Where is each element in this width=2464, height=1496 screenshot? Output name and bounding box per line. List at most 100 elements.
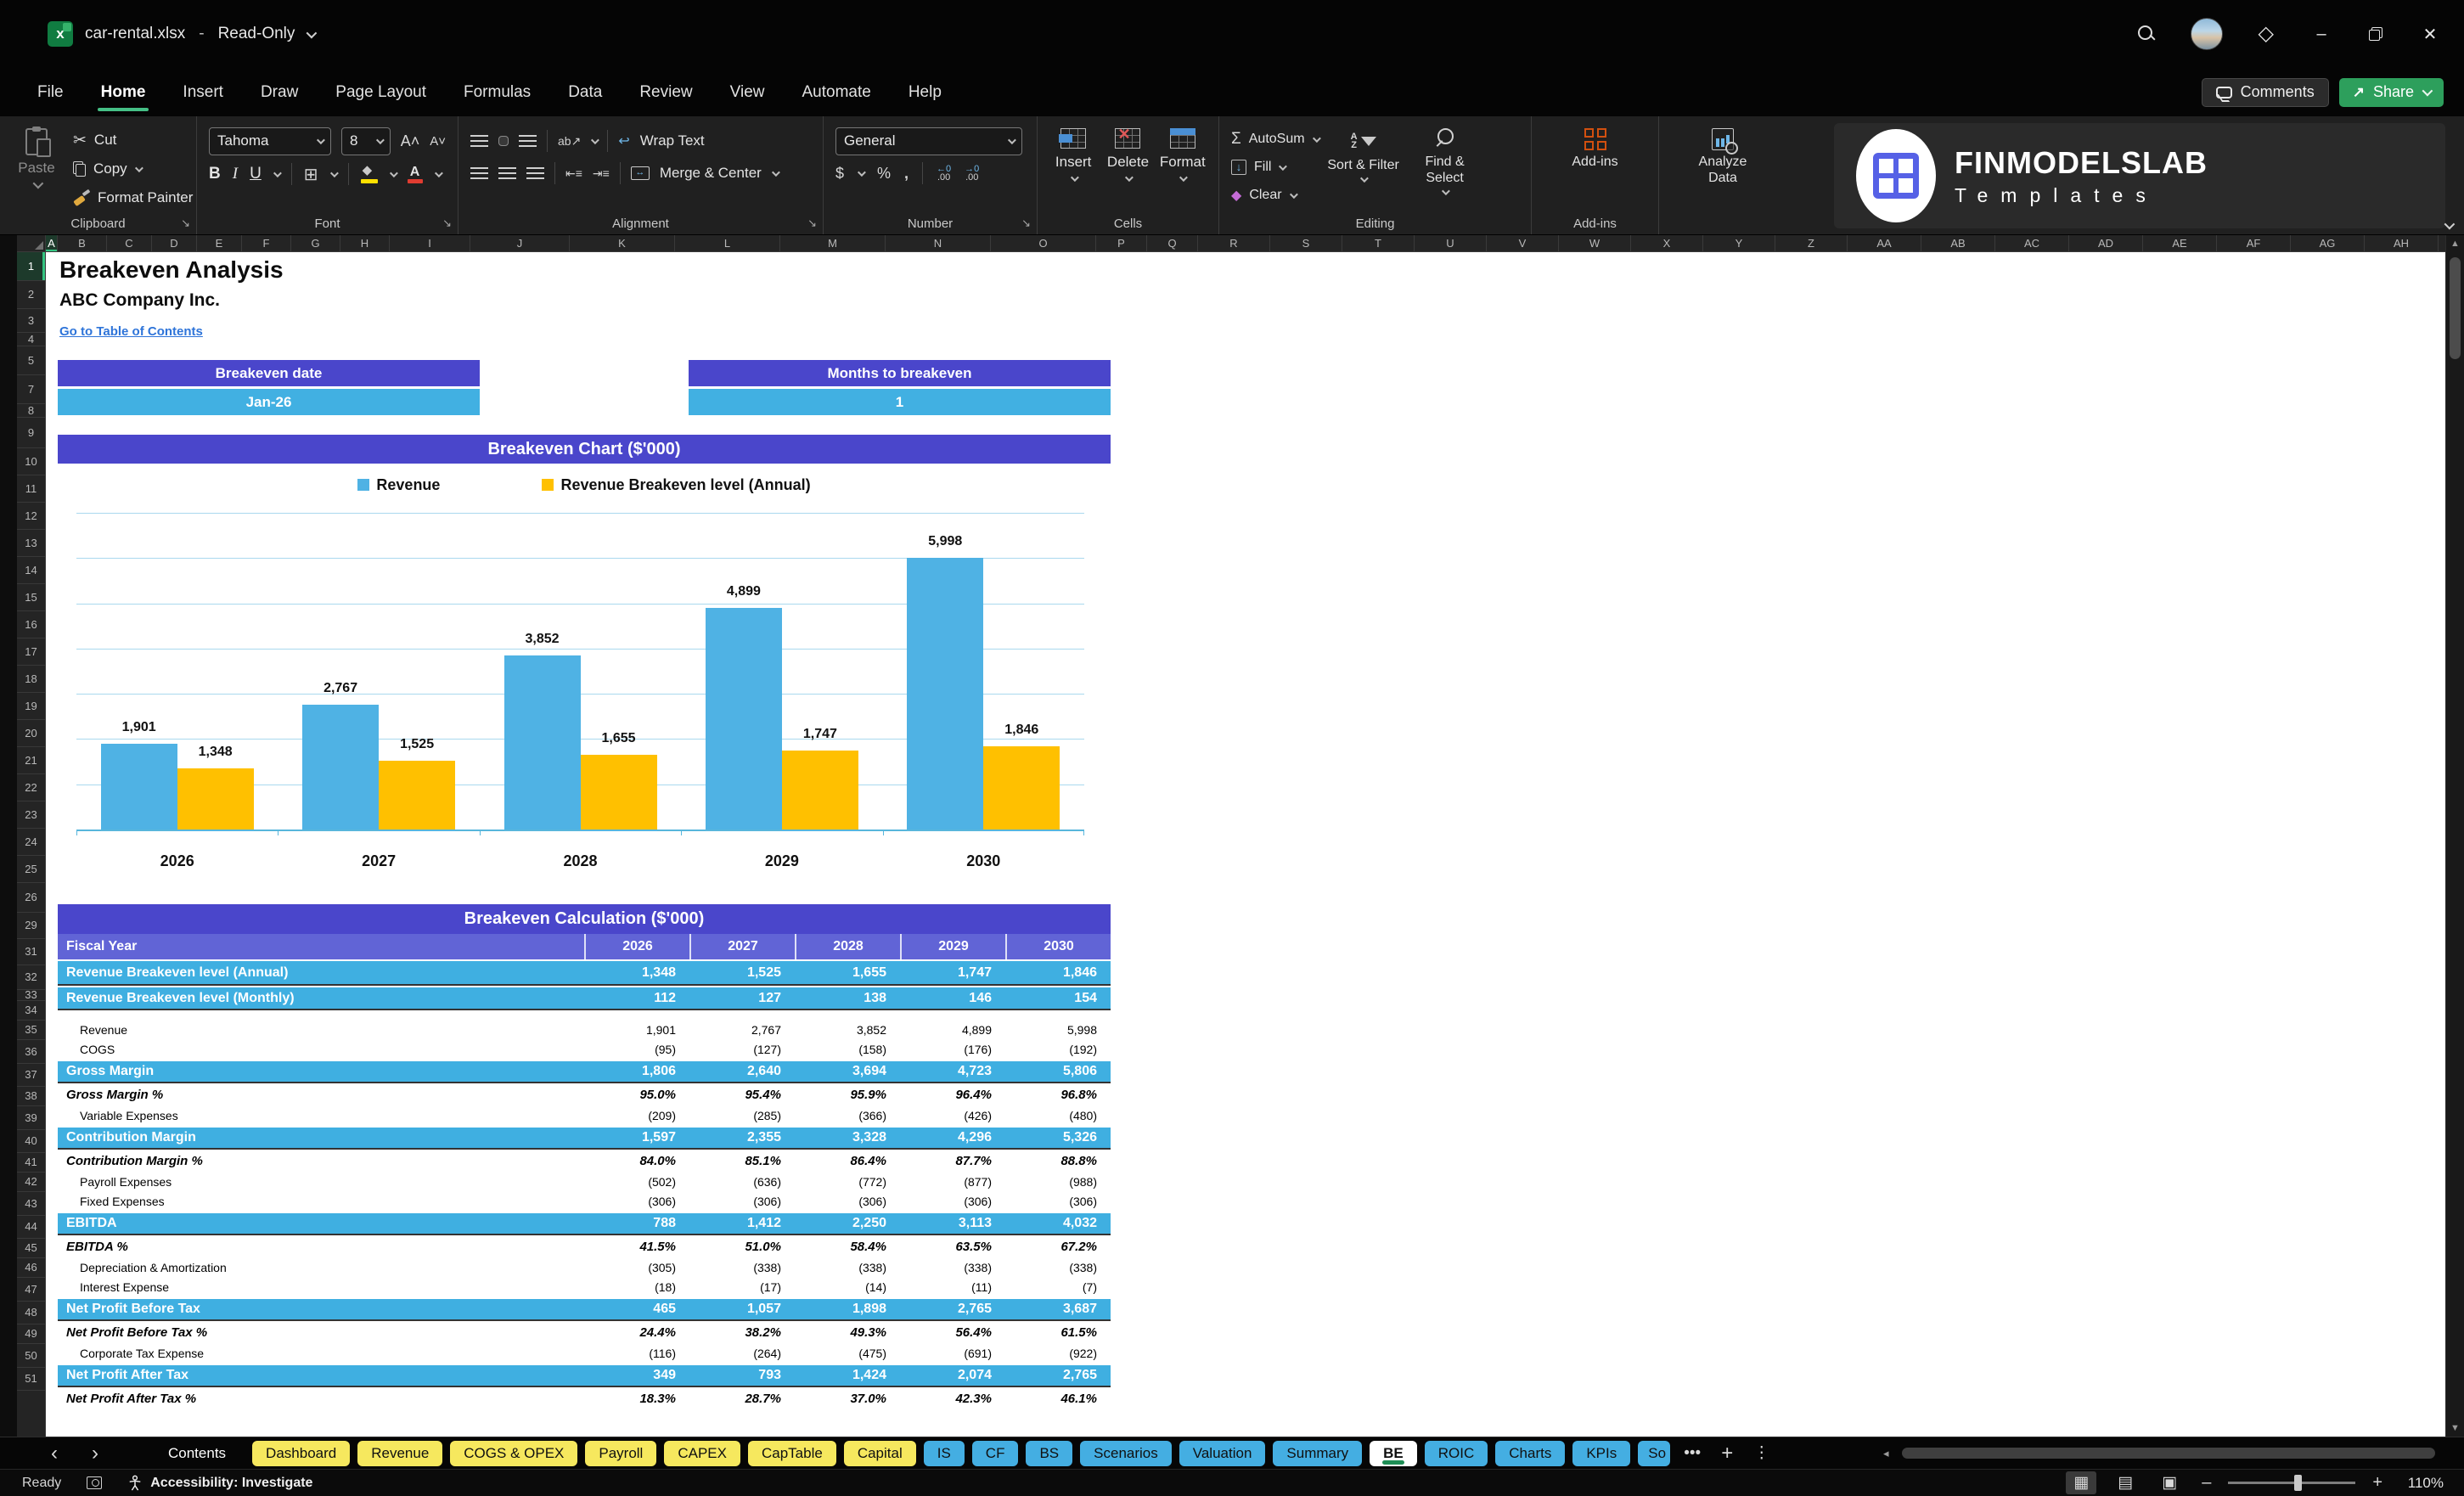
cut-button[interactable]: ✂ Cut <box>73 127 193 154</box>
alignment-dialog-launcher[interactable]: ↘ <box>807 217 817 230</box>
column-header-X[interactable]: X <box>1631 235 1703 251</box>
column-header-V[interactable]: V <box>1487 235 1559 251</box>
accessibility-status[interactable]: Accessibility: Investigate <box>127 1475 312 1492</box>
clear-button[interactable]: ◆ Clear <box>1231 183 1319 208</box>
table-row[interactable]: Payroll Expenses (502) (636) (772) (877) (988… <box>58 1173 1111 1192</box>
align-top-icon[interactable] <box>470 134 488 148</box>
font-name-select[interactable]: Tahoma <box>209 127 331 155</box>
sheet-tab-scenarios[interactable]: Scenarios <box>1080 1440 1172 1466</box>
close-button[interactable]: ✕ <box>2418 24 2442 45</box>
row-header-9[interactable]: 9 <box>17 418 45 448</box>
column-header-AC[interactable]: AC <box>1995 235 2069 251</box>
percent-format-icon[interactable]: % <box>877 165 891 183</box>
row-header-23[interactable]: 23 <box>17 801 45 829</box>
table-row[interactable]: Contribution Margin 1,597 2,355 3,328 4,296 5… <box>58 1126 1111 1150</box>
row-header-21[interactable]: 21 <box>17 747 45 774</box>
underline-chevron-icon[interactable] <box>273 168 282 177</box>
fill-color-icon[interactable] <box>360 162 378 183</box>
number-dialog-launcher[interactable]: ↘ <box>1021 217 1031 230</box>
ribbon-tab-data[interactable]: Data <box>549 68 621 116</box>
row-header-46[interactable]: 46 <box>17 1258 45 1278</box>
kpi-breakeven-date[interactable]: Breakeven date Jan-26 <box>58 360 480 415</box>
column-header-Z[interactable]: Z <box>1775 235 1848 251</box>
borders-icon[interactable]: ⊞ <box>304 164 318 185</box>
column-header-A[interactable]: A <box>46 235 58 251</box>
fill-color-chevron-icon[interactable] <box>389 168 398 177</box>
row-header-38[interactable]: 38 <box>17 1087 45 1106</box>
title-chevron-down-icon[interactable] <box>306 27 318 38</box>
premium-diamond-icon[interactable]: ◇ <box>2259 24 2274 44</box>
ribbon-tab-automate[interactable]: Automate <box>783 68 889 116</box>
table-row[interactable]: Corporate Tax Expense (116) (264) (475) (691… <box>58 1344 1111 1364</box>
align-bottom-icon[interactable] <box>519 134 537 148</box>
font-dialog-launcher[interactable]: ↘ <box>442 217 452 230</box>
format-painter-button[interactable]: Format Painter <box>73 184 193 211</box>
table-row[interactable]: Net Profit After Tax % 18.3% 28.7% 37.0% 42.… <box>58 1387 1111 1410</box>
row-header-18[interactable]: 18 <box>17 666 45 693</box>
shrink-font-button[interactable]: A˅ <box>430 134 446 149</box>
table-row[interactable]: Gross Margin 1,806 2,640 3,694 4,723 5,806 <box>58 1060 1111 1083</box>
vertical-scrollbar[interactable]: ▲ ▼ <box>2445 235 2464 1437</box>
clipboard-dialog-launcher[interactable]: ↘ <box>181 217 190 230</box>
ribbon-tab-review[interactable]: Review <box>621 68 711 116</box>
ribbon-tab-page-layout[interactable]: Page Layout <box>317 68 445 116</box>
column-header-F[interactable]: F <box>242 235 291 251</box>
format-cells-button[interactable]: Format <box>1159 128 1207 212</box>
font-color-icon[interactable]: A <box>407 165 423 183</box>
sheet-tab-capital[interactable]: Capital <box>843 1440 916 1466</box>
sheet-tab-so[interactable]: So <box>1638 1440 1671 1466</box>
row-header-40[interactable]: 40 <box>17 1130 45 1153</box>
row-header-8[interactable]: 8 <box>17 404 45 418</box>
sheet-tab-summary[interactable]: Summary <box>1273 1440 1363 1466</box>
table-row[interactable]: Contribution Margin % 84.0% 85.1% 86.4% 87.7… <box>58 1150 1111 1173</box>
font-color-chevron-icon[interactable] <box>434 168 443 177</box>
table-row[interactable]: Net Profit Before Tax % 24.4% 38.2% 49.3% 56… <box>58 1321 1111 1344</box>
column-header-T[interactable]: T <box>1342 235 1415 251</box>
table-row[interactable]: Variable Expenses (209) (285) (366) (426) (48… <box>58 1106 1111 1126</box>
copy-button[interactable]: Copy <box>73 155 193 183</box>
breakeven-calculation-table[interactable]: Breakeven Calculation ($'000) Fiscal Yea… <box>58 904 1111 1410</box>
row-header-39[interactable]: 39 <box>17 1106 45 1130</box>
column-header-Y[interactable]: Y <box>1703 235 1775 251</box>
analyze-data-button[interactable]: Analyze Data <box>1686 127 1759 212</box>
page-break-view-button[interactable]: ▣ <box>2154 1471 2185 1494</box>
row-header-19[interactable]: 19 <box>17 693 45 720</box>
search-icon[interactable] <box>2137 25 2155 42</box>
ribbon-tab-insert[interactable]: Insert <box>164 68 242 116</box>
ribbon-collapse-chevron-icon[interactable] <box>2444 218 2456 230</box>
autosum-button[interactable]: Σ AutoSum <box>1231 127 1321 152</box>
sheet-tab-contents[interactable]: Contents <box>149 1441 245 1466</box>
row-header-12[interactable]: 12 <box>17 503 45 530</box>
ribbon-tab-formulas[interactable]: Formulas <box>445 68 549 116</box>
row-header-22[interactable]: 22 <box>17 774 45 801</box>
vertical-scroll-thumb[interactable] <box>2450 257 2461 359</box>
row-header-37[interactable]: 37 <box>17 1064 45 1087</box>
merge-center-button[interactable]: Merge & Center <box>660 160 762 187</box>
table-row[interactable]: EBITDA % 41.5% 51.0% 58.4% 63.5% 67.2% <box>58 1235 1111 1258</box>
row-header-48[interactable]: 48 <box>17 1302 45 1324</box>
column-header-D[interactable]: D <box>152 235 197 251</box>
column-header-H[interactable]: H <box>340 235 390 251</box>
increase-indent-icon[interactable]: ⇥≡ <box>593 166 610 181</box>
decrease-indent-icon[interactable]: ⇤≡ <box>565 166 582 181</box>
row-header-10[interactable]: 10 <box>17 448 45 475</box>
column-header-AB[interactable]: AB <box>1921 235 1995 251</box>
row-header-36[interactable]: 36 <box>17 1040 45 1064</box>
increase-decimal-icon[interactable]: ←0.00 <box>937 165 951 183</box>
table-row[interactable]: Net Profit Before Tax 465 1,057 1,898 2,765 3… <box>58 1297 1111 1321</box>
row-header-47[interactable]: 47 <box>17 1278 45 1302</box>
delete-cells-button[interactable]: ✕ Delete <box>1104 126 1151 212</box>
sheet-tab-cogs-opex[interactable]: COGS & OPEX <box>450 1440 578 1466</box>
row-header-33[interactable]: 33 <box>17 989 45 1001</box>
table-of-contents-link[interactable]: Go to Table of Contents <box>59 324 203 339</box>
row-header-25[interactable]: 25 <box>17 856 45 883</box>
row-header-35[interactable]: 35 <box>17 1021 45 1040</box>
column-header-N[interactable]: N <box>886 235 991 251</box>
number-format-select[interactable]: General <box>835 127 1022 155</box>
column-header-P[interactable]: P <box>1096 235 1147 251</box>
row-header-50[interactable]: 50 <box>17 1344 45 1368</box>
ribbon-tab-help[interactable]: Help <box>890 68 960 116</box>
row-header-3[interactable]: 3 <box>17 309 45 333</box>
breakeven-chart[interactable]: 1,901 1,348 2,767 1,525 3,852 1,655 4,899 1,747… <box>76 513 1084 835</box>
underline-button[interactable]: U <box>250 165 262 183</box>
